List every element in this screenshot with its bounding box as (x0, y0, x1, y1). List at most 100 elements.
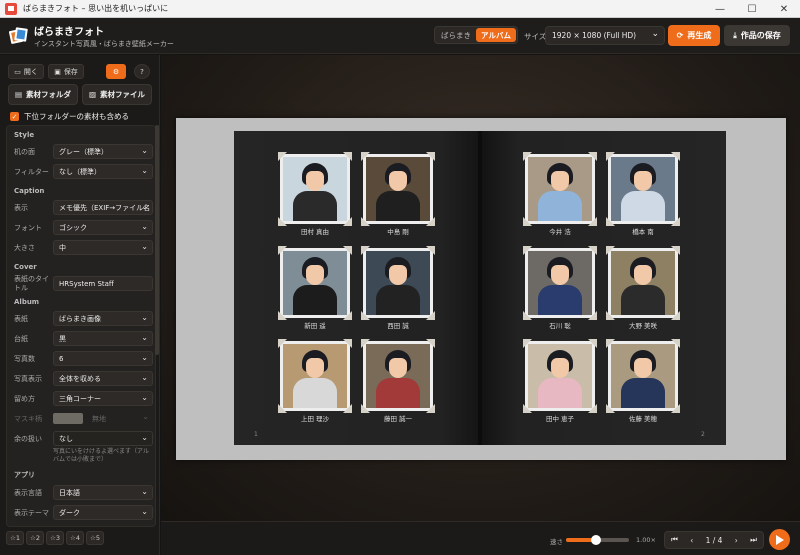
download-icon: ⤓ (733, 30, 737, 40)
caption-size-value: 中 (59, 243, 66, 252)
preset-slot-4[interactable]: ☆4 (66, 531, 84, 545)
gear-icon: ⚙ (112, 67, 120, 76)
close-button[interactable]: ✕ (768, 0, 800, 18)
preset-slot-5[interactable]: ☆5 (86, 531, 104, 545)
album-photo-left-3[interactable]: 新田 遥 (278, 246, 352, 334)
preset-slot-1[interactable]: ☆1 (6, 531, 24, 545)
save-artwork-button[interactable]: ⤓ 作品の保存 (724, 25, 790, 46)
photo-caption: 西田 誠 (387, 322, 409, 330)
photo-body (293, 191, 337, 221)
regenerate-button[interactable]: ⟳ 再生成 (668, 25, 720, 46)
preset-slot-2[interactable]: ☆2 (26, 531, 44, 545)
mode-toggle: ばらまき アルバム (434, 26, 518, 44)
last-page-button[interactable]: ⏭ (750, 535, 757, 545)
album-page-left (234, 131, 478, 445)
window-titlebar: ばらまきフォト – 思い出を机いっぱいに — ☐ ✕ (0, 0, 800, 18)
album-photo-right-3[interactable]: 石川 聡 (523, 246, 597, 334)
album-spread: 1 2 田村 真由 中島 剛新田 遥 西田 誠上田 理沙 藤田 誠一 今井 浩 橋本 南石… (234, 131, 726, 445)
album-photo-left-6[interactable]: 藤田 誠一 (361, 339, 435, 427)
desk-label: 机の面 (14, 148, 35, 156)
filter-label: フィルター (14, 168, 49, 176)
sidebar: ▭ 開く ▣ 保存 ⚙ ? ▤ 素材フォルダ ▨ 素材ファイル ✓ 下位フォルダ… (0, 55, 160, 555)
tape-label: マスキ柄 (14, 415, 42, 423)
album-photo-right-1[interactable]: 今井 浩 (523, 152, 597, 240)
photo-display-select[interactable]: 全体を収める ⌄ (53, 371, 153, 386)
surplus-select[interactable]: なし ⌄ (53, 431, 153, 446)
cover-section-title: Cover (14, 263, 37, 271)
fasten-label: 留め方 (14, 395, 35, 403)
save-artwork-label: 作品の保存 (740, 31, 781, 40)
chevron-down-icon: ⌄ (141, 507, 148, 516)
album-photo-left-2[interactable]: 中島 剛 (361, 152, 435, 240)
caption-display-select[interactable]: メモ優先（EXIF→ファイル名 ⌄ (53, 200, 153, 215)
photo-count-select[interactable]: 6 ⌄ (53, 351, 153, 366)
photo-face (306, 171, 324, 191)
desk-select[interactable]: グレー（標準） ⌄ (53, 144, 153, 159)
theme-label: 表示テーマ (14, 509, 49, 517)
photo-image (280, 154, 350, 224)
page-indicator: 1 / 4 (705, 535, 723, 545)
mount-select[interactable]: 黒 ⌄ (53, 331, 153, 346)
play-button[interactable] (769, 529, 790, 550)
settings-gear-button[interactable]: ⚙ (106, 64, 126, 79)
save-settings-button[interactable]: ▣ 保存 (48, 64, 84, 79)
first-page-button[interactable]: ⏮ (671, 535, 678, 545)
album-photo-left-4[interactable]: 西田 誠 (361, 246, 435, 334)
album-photo-right-2[interactable]: 橋本 南 (606, 152, 680, 240)
album-photo-right-6[interactable]: 佐藤 美穂 (606, 339, 680, 427)
photo-face (389, 358, 407, 378)
style-section-title: Style (14, 131, 35, 139)
caption-display-label: 表示 (14, 204, 28, 212)
photo-caption: 田中 恵子 (545, 415, 575, 423)
album-photo-right-4[interactable]: 大野 美咲 (606, 246, 680, 334)
photo-body (293, 378, 337, 408)
language-value: 日本語 (59, 488, 80, 497)
chevron-down-icon: ⌄ (142, 412, 149, 421)
material-file-button[interactable]: ▨ 素材ファイル (82, 84, 152, 105)
fasten-select[interactable]: 三角コーナー ⌄ (53, 391, 153, 406)
photo-body (293, 285, 337, 315)
material-folder-button[interactable]: ▤ 素材フォルダ (8, 84, 78, 105)
next-page-button[interactable]: › (735, 536, 738, 545)
cover-title-input[interactable]: HRSystem Staff (53, 276, 153, 291)
filter-select[interactable]: なし（標準） ⌄ (53, 164, 153, 179)
preset-slot-3[interactable]: ☆3 (46, 531, 64, 545)
photo-caption: 中島 剛 (387, 228, 409, 236)
open-button[interactable]: ▭ 開く (8, 64, 44, 79)
size-select[interactable]: 1920 × 1080 (Full HD) ⌄ (545, 26, 665, 45)
play-icon (776, 534, 784, 545)
material-file-label: 素材ファイル (100, 90, 146, 99)
album-photo-left-5[interactable]: 上田 理沙 (278, 339, 352, 427)
photo-image (608, 154, 678, 224)
caption-size-select[interactable]: 中 ⌄ (53, 240, 153, 255)
minimize-button[interactable]: — (704, 0, 736, 18)
photo-face (551, 358, 569, 378)
chevron-down-icon: ⌄ (141, 202, 148, 211)
maximize-button[interactable]: ☐ (736, 0, 768, 18)
font-select[interactable]: ゴシック ⌄ (53, 220, 153, 235)
sidebar-scrollbar[interactable] (155, 125, 159, 355)
include-subfolders-option[interactable]: ✓ 下位フォルダーの素材も含める (10, 111, 129, 122)
photo-image (363, 341, 433, 411)
speed-slider[interactable] (566, 535, 629, 545)
cover-title-value: HRSystem Staff (59, 279, 114, 288)
photo-caption: 大野 美咲 (628, 322, 658, 330)
caption-display-value: メモ優先（EXIF→ファイル名 (59, 203, 151, 212)
folder-icon: ▤ (14, 90, 23, 99)
mode-scatter-tab[interactable]: ばらまき (436, 28, 476, 42)
album-photo-left-1[interactable]: 田村 真由 (278, 152, 352, 240)
cover-type-select[interactable]: ばらまき画像 ⌄ (53, 311, 153, 326)
theme-select[interactable]: ダーク ⌄ (53, 505, 153, 520)
prev-page-button[interactable]: ‹ (690, 536, 693, 545)
mode-album-tab[interactable]: アルバム (476, 28, 516, 42)
album-photo-right-5[interactable]: 田中 恵子 (523, 339, 597, 427)
photo-caption: 藤田 誠一 (383, 415, 413, 423)
language-select[interactable]: 日本語 ⌄ (53, 485, 153, 500)
help-button[interactable]: ? (134, 64, 150, 79)
window-title: ばらまきフォト – 思い出を机いっぱいに (23, 4, 169, 13)
speed-slider-handle[interactable] (590, 535, 601, 545)
checkbox-checked-icon[interactable]: ✓ (10, 112, 19, 121)
size-label: サイズ (524, 32, 547, 41)
cover-title-label: 表紙のタイトル (14, 275, 49, 292)
photo-image (525, 154, 595, 224)
